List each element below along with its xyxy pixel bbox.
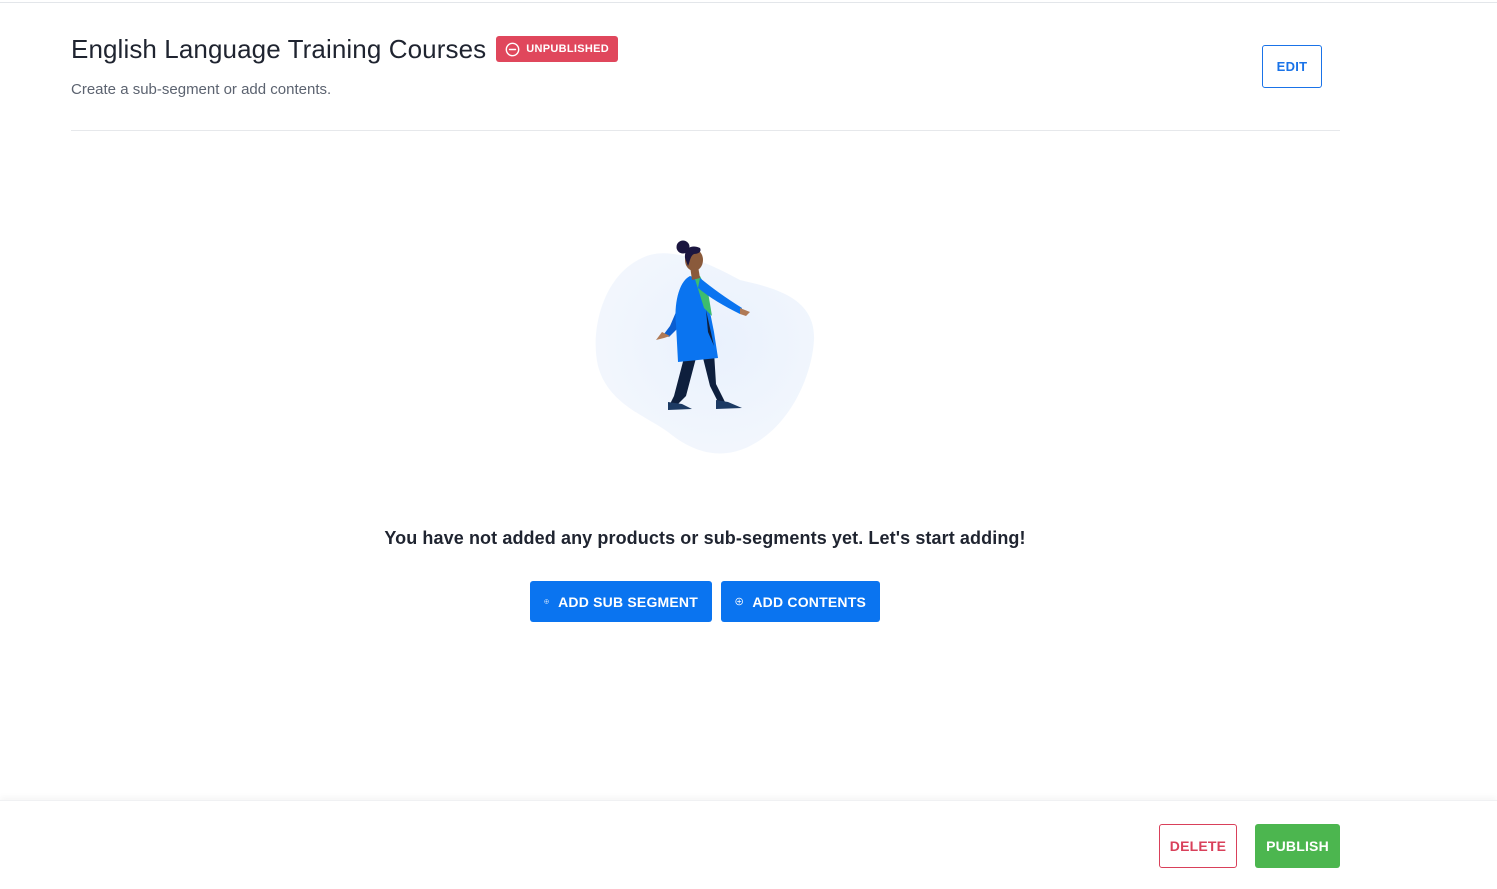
header-divider xyxy=(71,130,1340,131)
add-contents-button[interactable]: ADD CONTENTS xyxy=(721,581,880,622)
empty-state-message: You have not added any products or sub-s… xyxy=(384,528,1026,548)
page: English Language Training Courses UNPUBL… xyxy=(0,0,1497,889)
page-title: English Language Training Courses xyxy=(71,33,487,64)
delete-button[interactable]: DELETE xyxy=(1159,824,1237,868)
top-border xyxy=(0,2,1497,3)
add-sub-segment-label: ADD SUB SEGMENT xyxy=(558,593,698,610)
plus-circle-icon xyxy=(544,599,549,604)
add-contents-label: ADD CONTENTS xyxy=(752,593,866,610)
title-row: English Language Training Courses UNPUBL… xyxy=(71,30,1340,68)
walking-person-icon xyxy=(595,240,815,454)
plus-circle-icon xyxy=(735,597,743,606)
status-badge: UNPUBLISHED xyxy=(496,36,618,62)
page-subtitle: Create a sub-segment or add contents. xyxy=(71,81,332,98)
publish-button[interactable]: PUBLISH xyxy=(1255,824,1340,868)
empty-state-actions: ADD SUB SEGMENT ADD CONTENTS xyxy=(530,581,880,622)
edit-button[interactable]: EDIT xyxy=(1262,45,1322,88)
minus-circle-icon xyxy=(505,42,520,56)
page-header: English Language Training Courses UNPUBL… xyxy=(71,30,1340,98)
status-badge-label: UNPUBLISHED xyxy=(526,43,609,55)
add-sub-segment-button[interactable]: ADD SUB SEGMENT xyxy=(530,581,712,622)
